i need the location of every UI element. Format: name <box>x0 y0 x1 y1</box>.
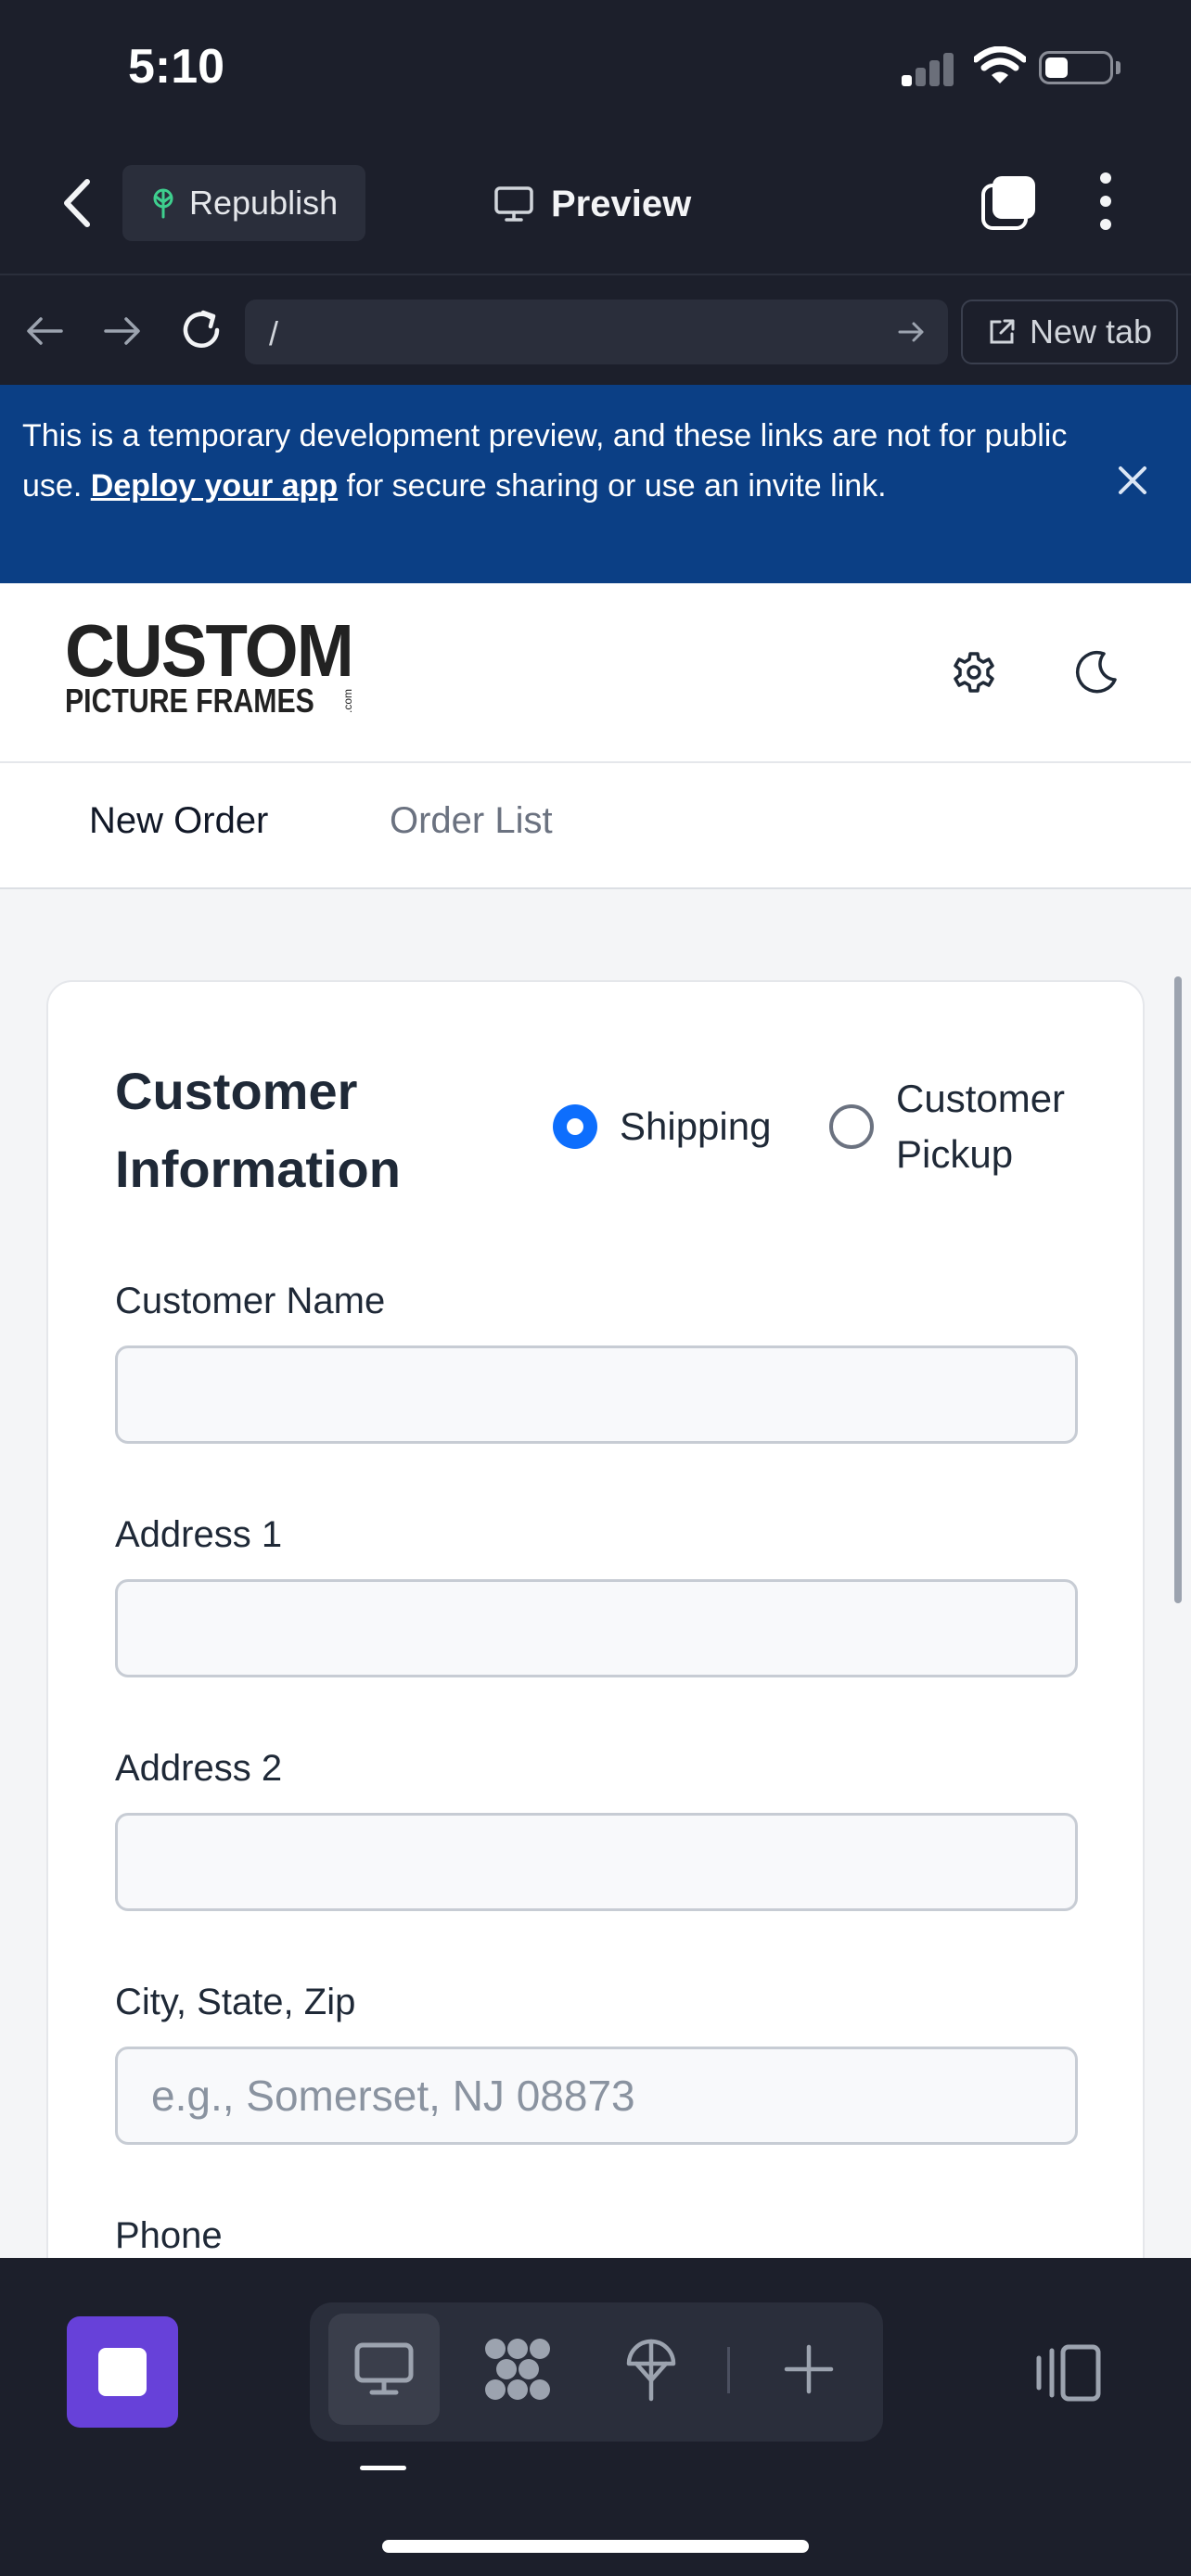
address2-label: Address 2 <box>115 1748 283 1789</box>
pickup-label: Customer Pickup <box>896 1077 1066 1176</box>
site-logo[interactable]: CUSTOM PICTURE FRAMES .com <box>65 609 362 722</box>
shipping-label: Shipping <box>620 1104 772 1148</box>
address2-input[interactable] <box>115 1813 1078 1911</box>
customer-name-input[interactable] <box>115 1345 1078 1444</box>
republish-button[interactable]: Republish <box>122 165 365 241</box>
reload-icon[interactable] <box>178 307 224 353</box>
panel-icon[interactable] <box>1031 2343 1102 2403</box>
logo-line-2: PICTURE FRAMES <box>65 682 314 720</box>
pickup-radio[interactable] <box>829 1104 874 1149</box>
wifi-icon <box>974 46 1026 83</box>
tool-group <box>310 2302 883 2442</box>
arrow-left-icon[interactable] <box>24 314 65 348</box>
signal-icon <box>902 51 955 86</box>
status-bar: 5:10 <box>0 0 1191 139</box>
battery-icon <box>1039 51 1113 84</box>
webview-button[interactable] <box>328 2314 440 2425</box>
card-title: Customer Information <box>115 1062 401 1198</box>
back-icon[interactable] <box>54 174 100 232</box>
plus-icon <box>784 2344 834 2394</box>
more-icon[interactable] <box>1095 172 1117 236</box>
shipping-option[interactable]: Shipping <box>553 1099 771 1154</box>
arrow-right-icon[interactable] <box>102 314 143 348</box>
page-content: CUSTOM PICTURE FRAMES .com New Order Ord… <box>0 583 1191 2258</box>
deploy-button[interactable] <box>596 2314 707 2425</box>
deploy-icon <box>626 2339 676 2402</box>
workspace-button[interactable] <box>462 2314 573 2425</box>
status-time: 5:10 <box>128 40 225 94</box>
site-header: CUSTOM PICTURE FRAMES .com <box>0 583 1191 763</box>
preview-label: Preview <box>551 183 692 224</box>
preview-title: Preview <box>493 176 691 232</box>
tabs-icon[interactable] <box>980 172 1039 232</box>
gear-icon[interactable] <box>950 648 998 696</box>
deploy-app-link[interactable]: Deploy your app <box>91 468 338 504</box>
tab-order-list[interactable]: Order List <box>390 800 553 842</box>
logo-suffix: .com <box>341 688 355 714</box>
url-input[interactable]: / <box>245 300 948 364</box>
monitor-icon <box>494 186 533 222</box>
address1-input[interactable] <box>115 1579 1078 1677</box>
city-state-zip-label: City, State, Zip <box>115 1982 356 2022</box>
add-tool-button[interactable] <box>753 2314 864 2425</box>
address1-label: Address 1 <box>115 1514 283 1555</box>
republish-icon <box>153 188 173 219</box>
page-scrollbar[interactable] <box>1174 976 1182 1603</box>
url-text: / <box>269 314 279 352</box>
city-state-zip-input[interactable] <box>115 2047 1078 2145</box>
app-header: Republish Preview <box>0 139 1191 274</box>
moon-icon[interactable] <box>1072 648 1121 696</box>
grid-icon <box>485 2339 550 2400</box>
customer-name-label: Customer Name <box>115 1281 386 1321</box>
active-tool-indicator <box>360 2466 406 2470</box>
republish-label: Republish <box>189 184 339 222</box>
phone-label: Phone <box>115 2215 223 2256</box>
logo-line-1: CUSTOM <box>65 609 354 692</box>
go-arrow-icon[interactable] <box>898 320 926 344</box>
tab-new-order[interactable]: New Order <box>89 800 268 842</box>
external-link-icon <box>990 319 1015 344</box>
customer-info-card: Customer Information Shipping Customer P… <box>46 980 1145 2258</box>
new-tab-label: New tab <box>1030 312 1153 351</box>
banner-text-after: for secure sharing or use an invite link… <box>338 468 887 504</box>
close-icon[interactable] <box>1117 465 1148 496</box>
pickup-option[interactable]: Customer Pickup <box>829 1071 1091 1182</box>
url-bar: / New tab <box>0 274 1191 385</box>
nav-tabs: New Order Order List <box>0 763 1191 889</box>
new-tab-button[interactable]: New tab <box>961 300 1178 364</box>
stop-icon <box>98 2348 147 2396</box>
banner-text: This is a temporary development preview,… <box>22 411 1080 511</box>
dev-preview-banner: This is a temporary development preview,… <box>0 385 1191 583</box>
bottom-toolbar <box>0 2258 1191 2576</box>
shipping-radio[interactable] <box>553 1104 597 1149</box>
webview-icon <box>354 2342 414 2395</box>
stop-button[interactable] <box>67 2316 178 2428</box>
home-indicator[interactable] <box>382 2540 809 2553</box>
tool-divider <box>727 2347 730 2393</box>
